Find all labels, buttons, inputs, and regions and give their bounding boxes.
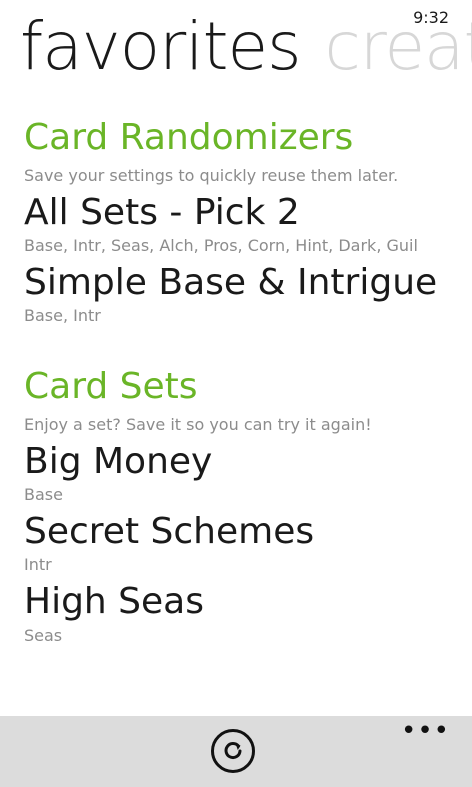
app-bar: ••• <box>0 716 472 787</box>
item-title: Big Money <box>24 440 213 482</box>
refresh-button[interactable] <box>211 729 255 773</box>
section-subtitle: Save your settings to quickly reuse them… <box>24 165 399 185</box>
item-title: Secret Schemes <box>24 511 315 553</box>
section-title: Card Randomizers <box>24 117 354 158</box>
favorites-list: Card Randomizers Save your settings to q… <box>24 118 472 675</box>
item-detail: Base <box>24 485 63 505</box>
item-detail: Base, Intr <box>24 306 101 326</box>
list-item[interactable]: Big Money Base <box>24 440 472 504</box>
pivot-header: favoritescreate <box>20 14 472 80</box>
section-title: Card Sets <box>24 366 198 408</box>
item-detail: Seas <box>24 625 63 645</box>
item-title: High Seas <box>24 581 204 623</box>
section-subtitle: Enjoy a set? Save it so you can try it a… <box>24 414 372 434</box>
section-card-sets: Card Sets Enjoy a set? Save it so you ca… <box>24 367 472 644</box>
list-item[interactable]: High Seas Seas <box>24 580 472 644</box>
list-item[interactable]: Secret Schemes Intr <box>24 510 472 574</box>
pivot-tab-create[interactable]: create <box>324 8 472 85</box>
refresh-icon <box>224 742 242 760</box>
more-icon[interactable]: ••• <box>401 718 450 744</box>
item-title: Simple Base & Intrigue <box>24 261 438 303</box>
section-card-randomizers: Card Randomizers Save your settings to q… <box>24 118 472 325</box>
pivot-tab-favorites[interactable]: favorites <box>20 8 301 85</box>
item-detail: Base, Intr, Seas, Alch, Pros, Corn, Hint… <box>24 235 418 255</box>
list-item[interactable]: Simple Base & Intrigue Base, Intr <box>24 261 472 325</box>
item-detail: Intr <box>24 555 52 575</box>
favorites-screen: 9:32 favoritescreate Card Randomizers Sa… <box>0 0 472 787</box>
item-title: All Sets - Pick 2 <box>24 191 300 233</box>
list-item[interactable]: All Sets - Pick 2 Base, Intr, Seas, Alch… <box>24 191 472 255</box>
